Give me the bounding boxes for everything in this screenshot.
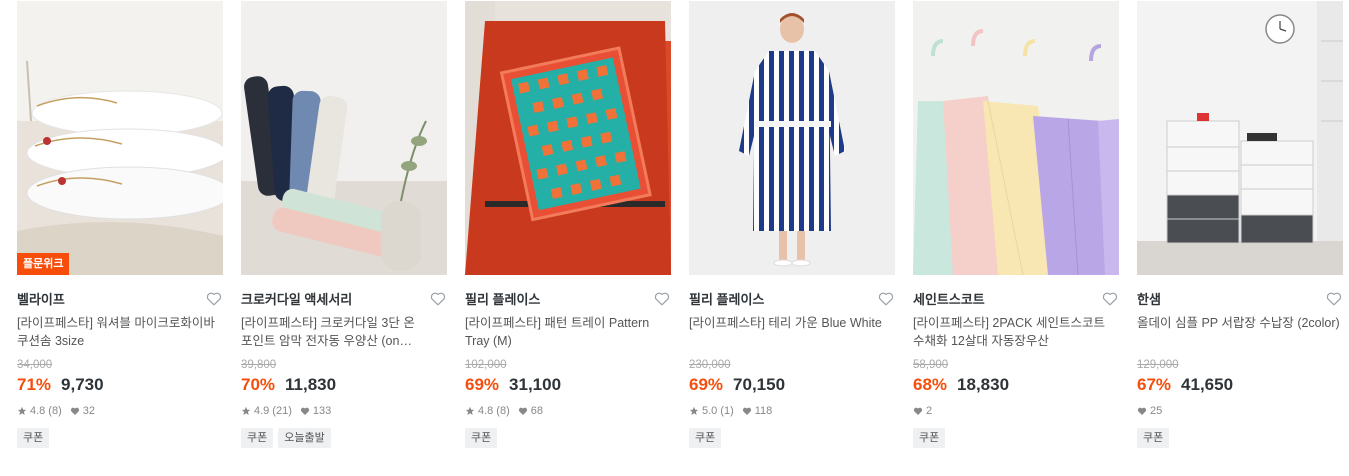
heart-icon — [300, 407, 309, 415]
review-count: (21) — [272, 405, 292, 417]
brand-name[interactable]: 벨라이프 — [17, 289, 65, 308]
product-title[interactable]: [라이프페스타] 패턴 트레이 Pattern Tray (M) — [465, 314, 671, 350]
coupon-tag: 쿠폰 — [17, 428, 50, 448]
like-count: 2 — [926, 405, 933, 417]
rating-value: 4.8 — [478, 405, 494, 417]
review-count: (8) — [48, 405, 62, 417]
product-image[interactable] — [1137, 1, 1343, 275]
sale-price: 41,650 — [1181, 375, 1234, 394]
like-count: 133 — [312, 405, 332, 417]
like-count: 32 — [82, 405, 95, 417]
sale-price: 31,100 — [509, 375, 562, 394]
brand-name[interactable]: 크로커다일 액세서리 — [241, 289, 352, 308]
sale-price: 11,830 — [285, 375, 337, 394]
review-count: (1) — [720, 405, 734, 417]
product-image[interactable] — [465, 1, 671, 275]
like-count: 118 — [754, 405, 773, 417]
rating-value: 5.0 — [702, 405, 718, 417]
scrap-heart-icon[interactable] — [205, 289, 223, 307]
coupon-tag: 쿠폰 — [913, 428, 946, 448]
heart-icon — [1137, 407, 1147, 415]
pillows-image — [17, 1, 223, 275]
brand-name[interactable]: 한샘 — [1137, 289, 1161, 308]
star-icon — [241, 406, 251, 415]
product-card[interactable]: 세인트스코트 [라이프페스타] 2PACK 세인트스코트 수채화 12살대 자동… — [913, 1, 1119, 448]
star-icon — [689, 406, 699, 415]
product-card[interactable]: 플문위크 벨라이프 [라이프페스타] 워셔블 마이크로화이바 쿠션솜 3size… — [17, 1, 223, 448]
heart-icon — [742, 407, 751, 415]
original-price: 39,800 — [241, 359, 277, 371]
discount-rate: 71% — [17, 375, 52, 394]
product-card[interactable]: 필리 플레이스 [라이프페스타] 패턴 트레이 Pattern Tray (M)… — [465, 1, 671, 448]
same-day-shipping-tag: 오늘출발 — [278, 428, 331, 448]
discount-rate: 69% — [465, 375, 500, 394]
review-count: (8) — [496, 405, 510, 417]
brand-name[interactable]: 필리 플레이스 — [465, 289, 540, 308]
scrap-heart-icon[interactable] — [1325, 289, 1343, 307]
coupon-tag: 쿠폰 — [1137, 428, 1170, 448]
original-price: 230,000 — [689, 359, 731, 371]
drawer-image — [1137, 1, 1343, 275]
heart-icon — [518, 407, 527, 415]
product-title[interactable]: [라이프페스타] 테리 가운 Blue White — [689, 314, 895, 350]
like-count: 25 — [1150, 405, 1163, 417]
scrap-heart-icon[interactable] — [653, 289, 671, 307]
product-grid: 플문위크 벨라이프 [라이프페스타] 워셔블 마이크로화이바 쿠션솜 3size… — [17, 1, 1343, 448]
heart-icon — [913, 407, 923, 415]
product-card[interactable]: 필리 플레이스 [라이프페스타] 테리 가운 Blue White 230,00… — [689, 1, 895, 448]
scrap-heart-icon[interactable] — [429, 289, 447, 307]
scrap-heart-icon[interactable] — [1101, 289, 1119, 307]
product-image[interactable] — [689, 1, 895, 275]
original-price: 58,900 — [913, 359, 949, 371]
product-card[interactable]: 크로커다일 액세서리 [라이프페스타] 크로커다일 3단 온 포인트 암막 전자… — [241, 1, 447, 448]
pastel-umbrellas-image — [913, 1, 1119, 275]
product-image[interactable]: 플문위크 — [17, 1, 223, 275]
product-image[interactable] — [913, 1, 1119, 275]
product-title[interactable]: [라이프페스타] 크로커다일 3단 온 포인트 암막 전자동 우양산 (on… — [241, 314, 447, 350]
like-count: 68 — [530, 405, 543, 417]
product-title[interactable]: 올데이 심플 PP 서랍장 수납장 (2color) — [1137, 314, 1343, 350]
product-card[interactable]: 한샘 올데이 심플 PP 서랍장 수납장 (2color) 129,000 67… — [1137, 1, 1343, 448]
rating-value: 4.8 — [30, 405, 46, 417]
product-title[interactable]: [라이프페스타] 2PACK 세인트스코트 수채화 12살대 자동장우산 — [913, 314, 1119, 350]
discount-rate: 68% — [913, 375, 948, 394]
robe-image — [689, 1, 895, 275]
coupon-tag: 쿠폰 — [465, 428, 498, 448]
star-icon — [465, 406, 475, 415]
discount-rate: 69% — [689, 375, 724, 394]
heart-icon — [70, 407, 79, 415]
sale-price: 9,730 — [61, 375, 104, 394]
original-price: 34,000 — [17, 359, 53, 371]
coupon-tag: 쿠폰 — [689, 428, 722, 448]
product-title[interactable]: [라이프페스타] 워셔블 마이크로화이바 쿠션솜 3size — [17, 314, 223, 350]
brand-name[interactable]: 세인트스코트 — [913, 289, 985, 308]
product-image[interactable] — [241, 1, 447, 275]
star-icon — [17, 406, 27, 415]
umbrellas-image — [241, 1, 447, 275]
tray-image — [465, 1, 671, 275]
original-price: 102,000 — [465, 359, 507, 371]
coupon-tag: 쿠폰 — [241, 428, 274, 448]
sale-price: 18,830 — [957, 375, 1010, 394]
original-price: 129,000 — [1137, 359, 1179, 371]
discount-rate: 70% — [241, 375, 276, 394]
brand-name[interactable]: 필리 플레이스 — [689, 289, 764, 308]
sale-price: 70,150 — [733, 375, 786, 394]
rating-value: 4.9 — [254, 405, 270, 417]
scrap-heart-icon[interactable] — [877, 289, 895, 307]
event-badge: 플문위크 — [17, 253, 70, 275]
discount-rate: 67% — [1137, 375, 1172, 394]
